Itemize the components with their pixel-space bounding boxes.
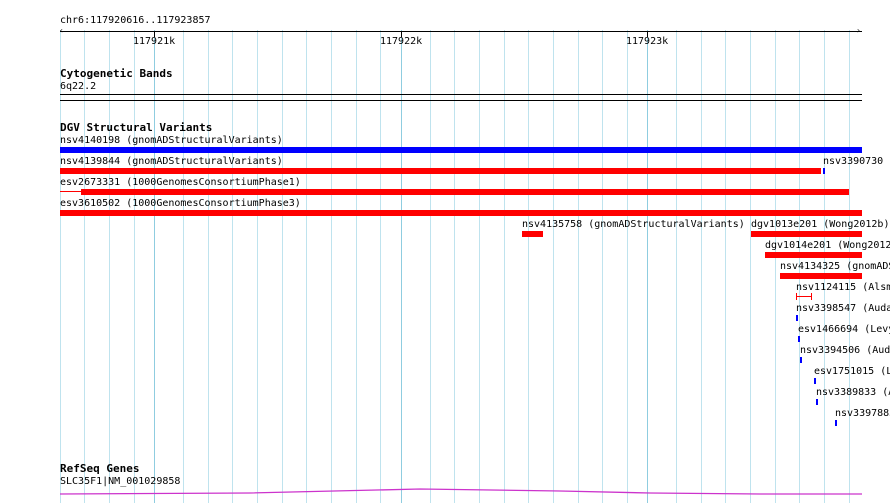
- feature-bar[interactable]: [780, 273, 862, 279]
- track-title[interactable]: RefSeq Genes: [60, 463, 139, 475]
- feature-label: esv1466694 (Levy2007): [798, 324, 890, 335]
- feature-label: esv1751015 (Levy2007): [814, 366, 890, 377]
- feature-bar[interactable]: [835, 420, 837, 426]
- feature-bar[interactable]: [60, 147, 862, 153]
- feature-connector: [60, 191, 81, 192]
- feature-label: nsv3389833 (Audano2019): [816, 387, 890, 398]
- feature-label: esv2673331 (1000GenomesConsortiumPhase1): [60, 177, 301, 188]
- feature-bar[interactable]: [60, 168, 821, 174]
- feature-label: nsv4134325 (gnomADStructuralVariants): [780, 261, 890, 272]
- feature-bar[interactable]: [800, 357, 802, 363]
- track-title[interactable]: DGV Structural Variants: [60, 122, 212, 134]
- feature-bar-cap: [811, 293, 812, 300]
- feature-bar[interactable]: [816, 399, 818, 405]
- ruler-left-arrow-icon: ‹: [59, 26, 64, 35]
- feature-label: nsv3390730: [823, 156, 884, 167]
- feature-bar[interactable]: [60, 210, 862, 216]
- feature-bar[interactable]: [765, 252, 862, 258]
- feature-label: dgv1013e201 (Wong2012b): [751, 219, 890, 230]
- track-title[interactable]: Cytogenetic Bands: [60, 68, 173, 80]
- feature-label: esv3610502 (1000GenomesConsortiumPhase3): [60, 198, 301, 209]
- feature-label: nsv4140198 (gnomADStructuralVariants): [60, 135, 283, 146]
- feature-bar[interactable]: [814, 378, 816, 384]
- feature-label: nsv4135758 (gnomADStructuralVariants): [522, 219, 745, 230]
- feature-label: nsv1124115 (Alsmadi2014): [796, 282, 890, 293]
- feature-bar[interactable]: [751, 231, 862, 237]
- ruler-right-arrow-icon: ›: [856, 26, 861, 35]
- feature-label: nsv3397885: [835, 408, 890, 419]
- feature-bar[interactable]: [81, 189, 849, 195]
- feature-label: nsv4139844 (gnomADStructuralVariants): [60, 156, 283, 167]
- ruler-tick-label: 117921k: [133, 36, 176, 47]
- genome-browser-view: chr6:117920616..117923857 ‹ › 117921k 11…: [0, 0, 890, 503]
- feature-bar[interactable]: [796, 296, 812, 297]
- ruler-tick-label: 117923k: [626, 36, 669, 47]
- cytoband-outline[interactable]: [60, 100, 862, 101]
- ruler-axis: [60, 31, 862, 32]
- cytoband-label: 6q22.2: [60, 81, 97, 92]
- feature-bar[interactable]: [823, 168, 825, 174]
- feature-bar[interactable]: [522, 231, 543, 237]
- feature-bar-cap: [796, 293, 797, 300]
- gene-model[interactable]: [0, 484, 890, 503]
- feature-bar[interactable]: [798, 336, 800, 342]
- feature-label: dgv1014e201 (Wong2012b): [765, 240, 890, 251]
- feature-bar[interactable]: [796, 315, 798, 321]
- ruler-tick-label: 117922k: [380, 36, 423, 47]
- cytoband-outline[interactable]: [60, 94, 862, 95]
- feature-label: nsv3398547 (Audano2019): [796, 303, 890, 314]
- ruler-location: chr6:117920616..117923857: [60, 15, 211, 26]
- feature-label: nsv3394506 (Audano2019): [800, 345, 890, 356]
